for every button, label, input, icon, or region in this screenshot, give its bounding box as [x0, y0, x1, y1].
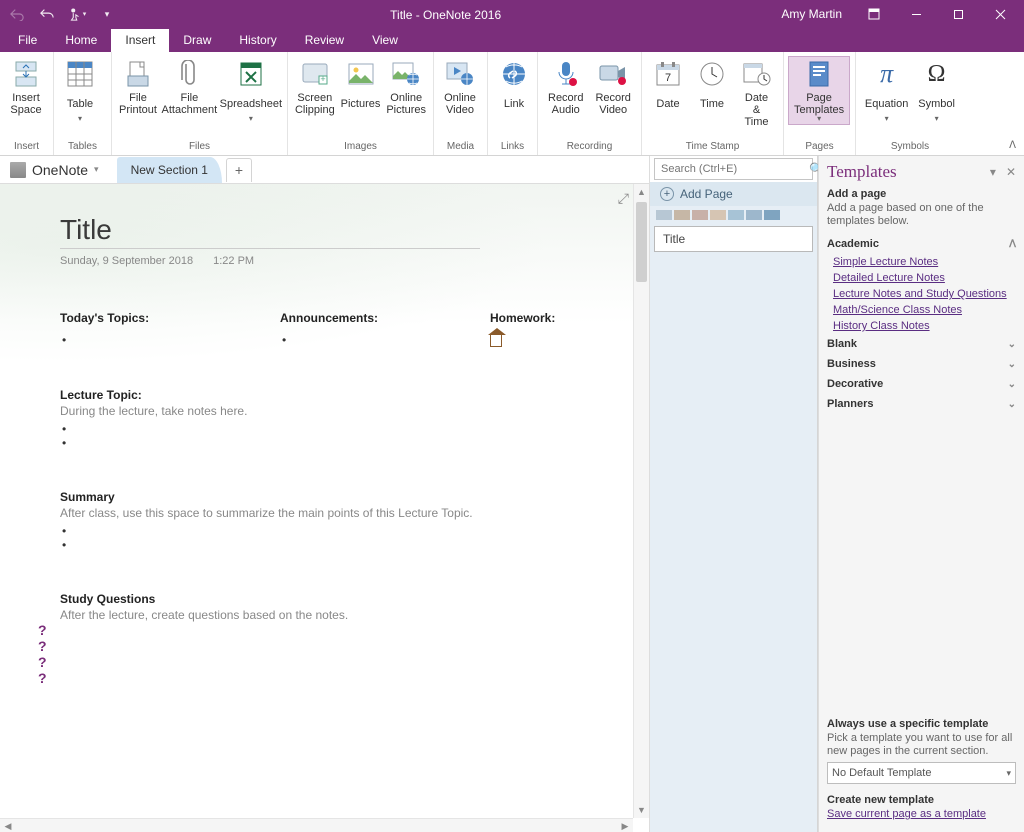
page-date[interactable]: Sunday, 9 September 20181:22 PM	[60, 255, 613, 267]
tab-view[interactable]: View	[358, 29, 412, 52]
spreadsheet-button[interactable]: Spreadsheet▾	[219, 56, 283, 125]
tab-file[interactable]: File	[4, 29, 51, 52]
undo-icon[interactable]	[34, 2, 60, 26]
notebook-bar: OneNote ▾ New Section 1 +	[0, 156, 649, 184]
category-planners[interactable]: Planners⌄	[827, 394, 1016, 414]
date-time-button[interactable]: Date &Time	[734, 56, 779, 130]
record-video-button[interactable]: RecordVideo	[589, 56, 636, 118]
page-color-strip	[650, 206, 817, 224]
insert-space-button[interactable]: InsertSpace	[4, 56, 48, 118]
equation-button[interactable]: πEquation▾	[860, 56, 913, 125]
page-templates-button[interactable]: PageTemplates▾	[788, 56, 850, 125]
home-icon	[490, 335, 502, 347]
account-name[interactable]: Amy Martin	[771, 7, 852, 21]
minimize-icon[interactable]	[896, 0, 936, 28]
category-academic[interactable]: Academicᐱ	[827, 234, 1016, 254]
notebook-icon	[10, 162, 26, 178]
svg-text:7: 7	[665, 72, 671, 84]
vertical-scrollbar[interactable]: ▲▼	[633, 184, 649, 818]
ribbon-display-icon[interactable]	[854, 0, 894, 28]
category-business[interactable]: Business⌄	[827, 354, 1016, 374]
window-title: Title - OneNote 2016	[120, 6, 771, 22]
time-button[interactable]: Time	[690, 56, 734, 118]
screen-clipping-button[interactable]: +ScreenClipping	[292, 56, 338, 118]
pictures-button[interactable]: Pictures	[338, 56, 384, 118]
template-link[interactable]: Simple Lecture Notes	[827, 254, 1016, 270]
link-button[interactable]: Link	[492, 56, 536, 118]
online-video-button[interactable]: OnlineVideo	[438, 56, 482, 118]
search-input[interactable]	[655, 163, 809, 175]
file-attachment-button[interactable]: FileAttachment	[160, 56, 219, 118]
add-page-heading: Add a page	[827, 188, 1016, 200]
section-tab[interactable]: New Section 1	[117, 157, 222, 183]
page-title[interactable]: Title	[60, 214, 480, 249]
category-blank[interactable]: Blank⌄	[827, 334, 1016, 354]
symbol-button[interactable]: ΩSymbol▾	[913, 56, 960, 125]
tab-draw[interactable]: Draw	[169, 29, 225, 52]
plus-icon: +	[660, 187, 674, 201]
back-icon[interactable]	[4, 2, 30, 26]
online-pictures-button[interactable]: OnlinePictures	[383, 56, 429, 118]
horizontal-scrollbar[interactable]: ◀▶	[0, 818, 633, 832]
category-decorative[interactable]: Decorative⌄	[827, 374, 1016, 394]
tab-review[interactable]: Review	[291, 29, 358, 52]
tab-insert[interactable]: Insert	[111, 29, 169, 52]
tab-history[interactable]: History	[225, 29, 290, 52]
page-canvas[interactable]: ⤢ Title Sunday, 9 September 20181:22 PM …	[0, 184, 633, 818]
date-button[interactable]: 7Date	[646, 56, 690, 118]
save-template-link[interactable]: Save current page as a template	[827, 806, 1016, 822]
ribbon: InsertSpace Insert Table▾ Tables FilePri…	[0, 52, 1024, 156]
search-box[interactable]: 🔍 ▾	[654, 158, 813, 180]
template-link[interactable]: History Class Notes	[827, 318, 1016, 334]
template-link[interactable]: Lecture Notes and Study Questions	[827, 286, 1016, 302]
table-button[interactable]: Table▾	[58, 56, 102, 125]
pane-options-icon[interactable]: ▾	[990, 165, 996, 179]
add-section-button[interactable]: +	[226, 158, 252, 182]
template-link[interactable]: Math/Science Class Notes	[827, 302, 1016, 318]
svg-text:+: +	[320, 74, 325, 84]
notebook-picker[interactable]: OneNote ▾	[0, 162, 109, 178]
default-template-select[interactable]: No Default Template▾	[827, 762, 1016, 784]
touch-mode-icon[interactable]: ▾	[64, 2, 90, 26]
add-page-button[interactable]: + Add Page	[650, 182, 817, 206]
ribbon-tabs: File Home Insert Draw History Review Vie…	[0, 28, 1024, 52]
maximize-icon[interactable]	[938, 0, 978, 28]
record-audio-button[interactable]: RecordAudio	[542, 56, 589, 118]
template-link[interactable]: Detailed Lecture Notes	[827, 270, 1016, 286]
close-icon[interactable]	[980, 0, 1020, 28]
page-list-item[interactable]: Title	[654, 226, 813, 252]
templates-pane: Templates ▾ ✕ Add a page Add a page base…	[818, 156, 1024, 832]
pane-close-icon[interactable]: ✕	[1006, 165, 1016, 179]
file-printout-button[interactable]: FilePrintout	[116, 56, 160, 118]
templates-title: Templates	[827, 162, 897, 182]
pages-pane: 🔍 ▾ + Add Page Title	[650, 156, 818, 832]
qat-customize-icon[interactable]: ▾	[94, 2, 120, 26]
title-bar: ▾ ▾ Title - OneNote 2016 Amy Martin	[0, 0, 1024, 28]
tab-home[interactable]: Home	[51, 29, 111, 52]
collapse-ribbon-icon[interactable]: ᐱ	[1009, 140, 1016, 151]
